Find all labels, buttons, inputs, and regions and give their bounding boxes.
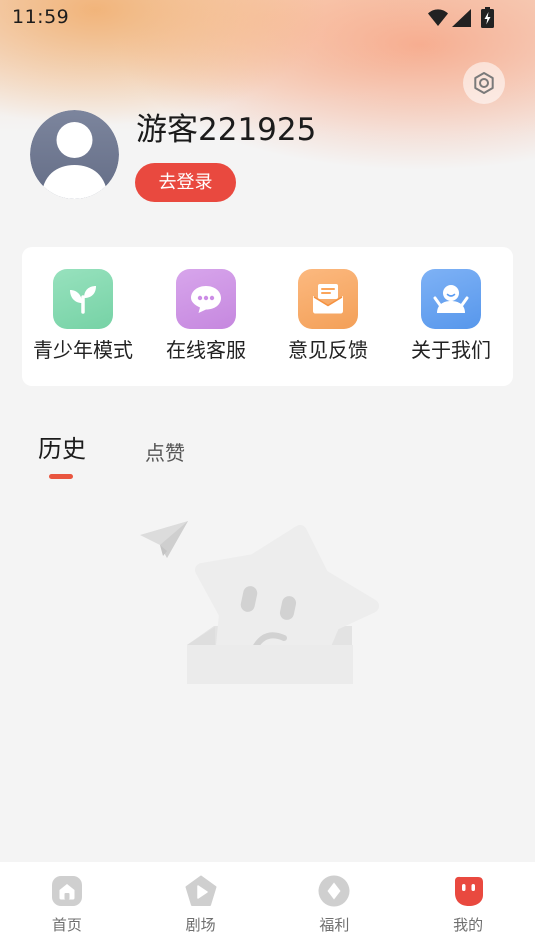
active-tab-indicator <box>49 474 73 479</box>
quick-action-online-service[interactable]: 在线客服 <box>146 247 266 386</box>
nav-label: 剧场 <box>185 916 216 934</box>
tab-history[interactable]: 历史 <box>38 433 86 465</box>
profile-face-icon <box>455 876 484 906</box>
chat-bubble-icon <box>176 269 236 329</box>
nav-item-welfare[interactable]: 福利 <box>268 862 402 951</box>
envelope-icon <box>298 269 358 329</box>
empty-box-star-illustration <box>140 521 379 684</box>
username: 游客221925 <box>136 112 317 148</box>
login-button[interactable]: 去登录 <box>135 163 236 202</box>
tab-likes[interactable]: 点赞 <box>145 439 185 467</box>
settings-button[interactable] <box>463 62 505 104</box>
wifi-icon <box>428 9 448 26</box>
avatar[interactable] <box>30 110 119 199</box>
quick-action-label: 在线客服 <box>166 338 246 362</box>
quick-action-feedback[interactable]: 意见反馈 <box>268 247 388 386</box>
cellular-signal-icon <box>452 9 471 27</box>
bottom-nav: 首页 剧场 福利 我的 <box>0 862 535 951</box>
nav-item-theater[interactable]: 剧场 <box>134 862 268 951</box>
nav-item-home[interactable]: 首页 <box>0 862 134 951</box>
paper-plane-icon <box>140 521 188 558</box>
nav-label: 首页 <box>51 916 82 934</box>
quick-action-youth-mode[interactable]: 青少年模式 <box>23 247 143 386</box>
quick-action-label: 关于我们 <box>411 338 491 362</box>
home-icon <box>51 876 82 906</box>
battery-charging-icon <box>481 7 494 28</box>
quick-action-label: 青少年模式 <box>33 338 133 362</box>
nav-item-profile[interactable]: 我的 <box>401 862 535 951</box>
welfare-diamond-icon <box>318 875 350 907</box>
quick-action-about-us[interactable]: 关于我们 <box>391 247 511 386</box>
quick-actions-card: 青少年模式 在线客服 意见反馈 关于我们 <box>22 247 513 386</box>
nav-label: 福利 <box>319 916 350 934</box>
theater-play-icon <box>185 875 217 906</box>
status-time: 11:59 <box>12 6 70 28</box>
quick-action-label: 意见反馈 <box>288 338 368 362</box>
sprout-icon <box>53 269 113 329</box>
about-person-icon <box>421 269 481 329</box>
settings-hexagon-icon <box>474 72 494 94</box>
default-avatar-icon <box>30 110 119 199</box>
nav-label: 我的 <box>453 916 484 934</box>
